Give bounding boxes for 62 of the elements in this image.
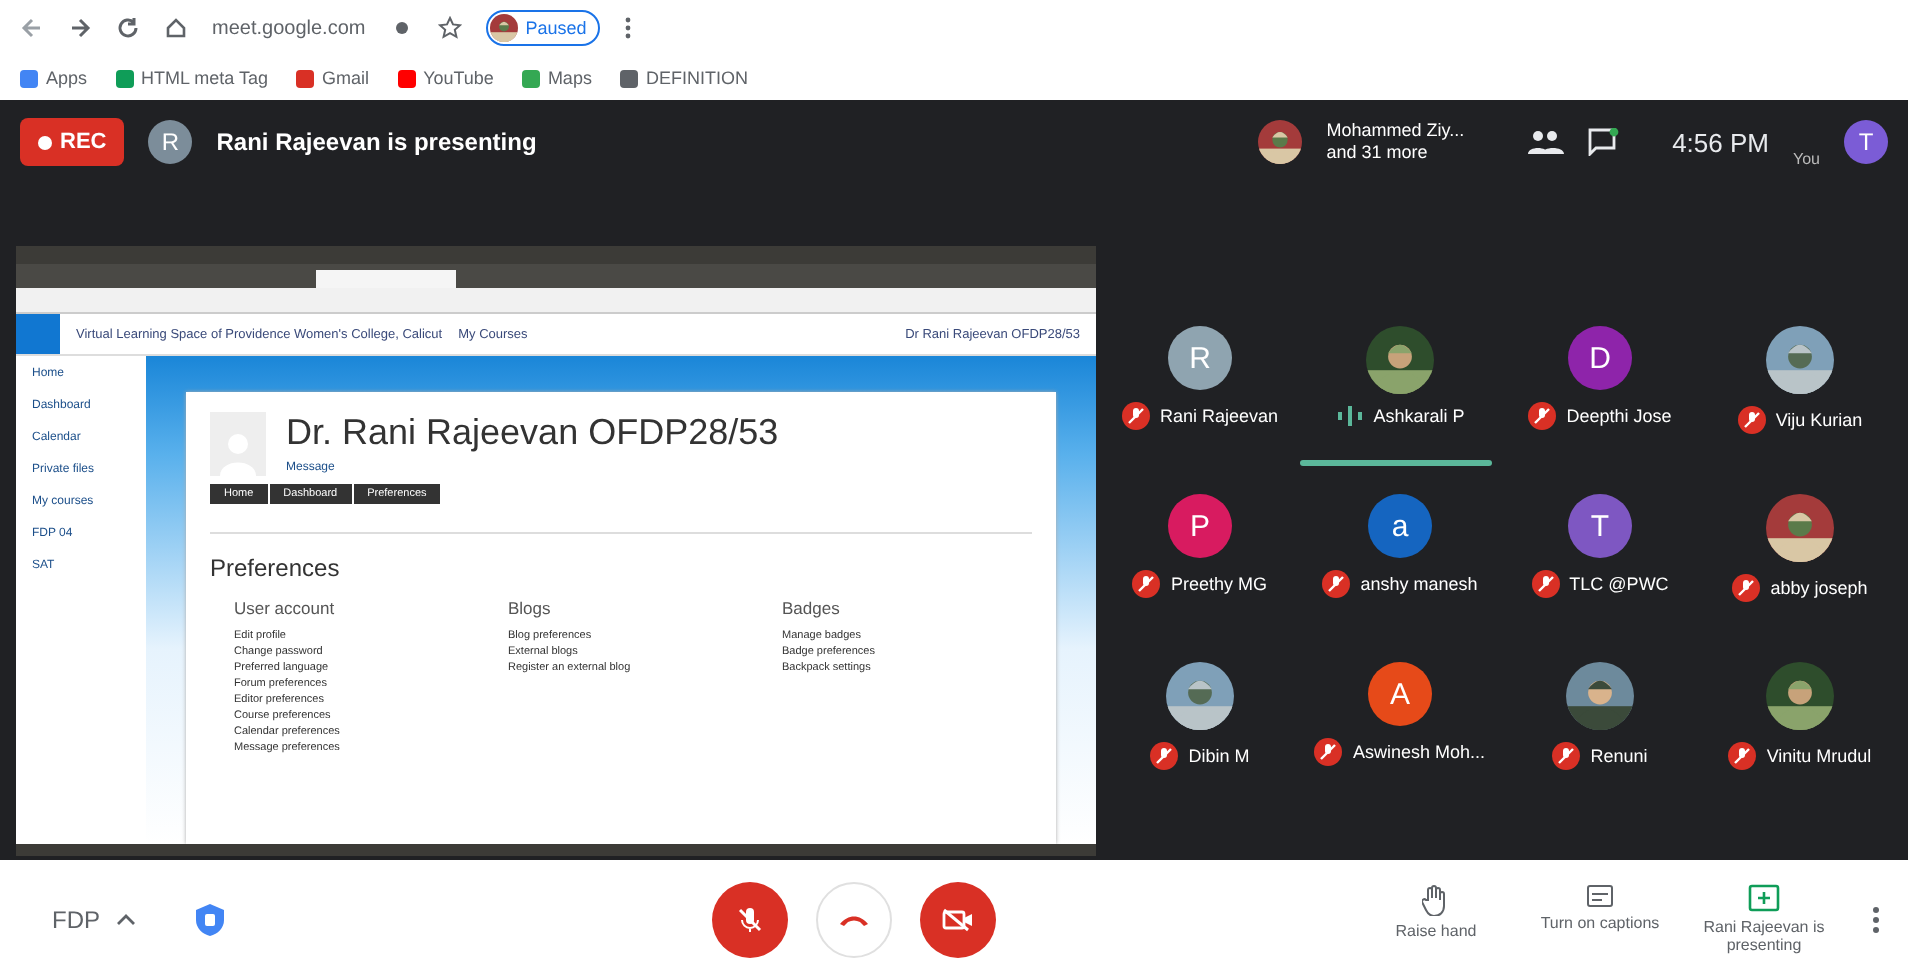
- participant-avatar: R: [1168, 326, 1232, 390]
- people-icon[interactable]: [1528, 128, 1565, 156]
- participant-name: Rani Rajeevan: [1159, 406, 1279, 426]
- clock-time: 4:56 PM: [1672, 127, 1769, 157]
- back-icon[interactable]: [20, 16, 44, 40]
- participant-name: Vinitu Mrudul: [1766, 746, 1872, 766]
- forward-icon[interactable]: [68, 16, 92, 40]
- more-options-icon[interactable]: [1872, 905, 1880, 933]
- bookmark[interactable]: YouTube: [397, 68, 494, 88]
- microphone-off-icon: [734, 903, 766, 935]
- participant-name: Renuni: [1590, 746, 1648, 766]
- star-icon[interactable]: [437, 16, 462, 40]
- meeting-code[interactable]: FDP: [52, 905, 100, 933]
- you-label: You: [1793, 150, 1820, 168]
- group-heading: Blogs: [508, 598, 553, 618]
- participant-avatar: A: [1368, 662, 1432, 726]
- bookmark[interactable]: Maps: [521, 68, 592, 88]
- participant-name: Preethy MG: [1170, 574, 1267, 594]
- camera-off-button[interactable]: [920, 881, 996, 957]
- bookmark[interactable]: Gmail: [296, 68, 370, 88]
- present-screen-icon: [1748, 884, 1780, 912]
- participant-name: Ashkarali P: [1373, 406, 1465, 426]
- user-avatar[interactable]: T: [1844, 120, 1888, 164]
- participant-avatar: D: [1568, 326, 1632, 390]
- group-heading: User account: [234, 598, 337, 618]
- participant-name: TLC @PWC: [1569, 574, 1669, 594]
- participant-name: Viju Kurian: [1775, 410, 1863, 430]
- profile-name: Dr. Rani Rajeevan OFDP28/53: [286, 412, 779, 454]
- participant-avatar: a: [1368, 494, 1432, 558]
- participant-name: Deepthi Jose: [1566, 406, 1672, 426]
- raise-hand-button[interactable]: Raise hand: [1356, 884, 1516, 954]
- camera-off-icon: [942, 907, 974, 931]
- bookmark[interactable]: Apps: [20, 68, 88, 88]
- profile-button[interactable]: Paused: [485, 10, 601, 46]
- participant-name: Aswinesh Moh...: [1352, 742, 1486, 762]
- bookmark[interactable]: DEFINITION: [619, 68, 748, 88]
- record-button[interactable]: REC: [20, 118, 125, 166]
- section-heading: Preferences: [210, 532, 1032, 582]
- caret-icon[interactable]: [116, 913, 136, 925]
- participant-avatar: T: [1568, 494, 1632, 558]
- microphone-off-button[interactable]: [712, 881, 788, 957]
- participant-name: abby joseph: [1770, 578, 1868, 598]
- home-icon[interactable]: [164, 16, 188, 40]
- hand-icon: [1422, 884, 1450, 916]
- bookmark[interactable]: HTML meta Tag: [115, 68, 269, 88]
- shield-icon[interactable]: [196, 903, 224, 935]
- captions-button[interactable]: Turn on captions: [1520, 884, 1680, 954]
- presenting-title: Rani Rajeevan is presenting: [216, 128, 539, 156]
- group-heading: Badges: [782, 598, 842, 618]
- reload-icon[interactable]: [116, 16, 140, 40]
- captions-icon: [1586, 884, 1614, 908]
- participant-name: Dibin M: [1188, 746, 1250, 766]
- participant-summary: Mohammed Ziy...: [1326, 120, 1465, 142]
- phone-icon: [838, 911, 870, 927]
- participant-avatar: P: [1168, 494, 1232, 558]
- participant-name: anshy manesh: [1360, 574, 1478, 594]
- presenter-avatar: R: [148, 120, 193, 164]
- address-bar[interactable]: meet.google.com: [212, 17, 366, 39]
- presentation-button[interactable]: Rani Rajeevan is presenting: [1684, 884, 1844, 954]
- participant-count: and 31 more: [1326, 142, 1430, 164]
- menu-icon[interactable]: [624, 16, 633, 40]
- chat-icon[interactable]: [1588, 128, 1621, 156]
